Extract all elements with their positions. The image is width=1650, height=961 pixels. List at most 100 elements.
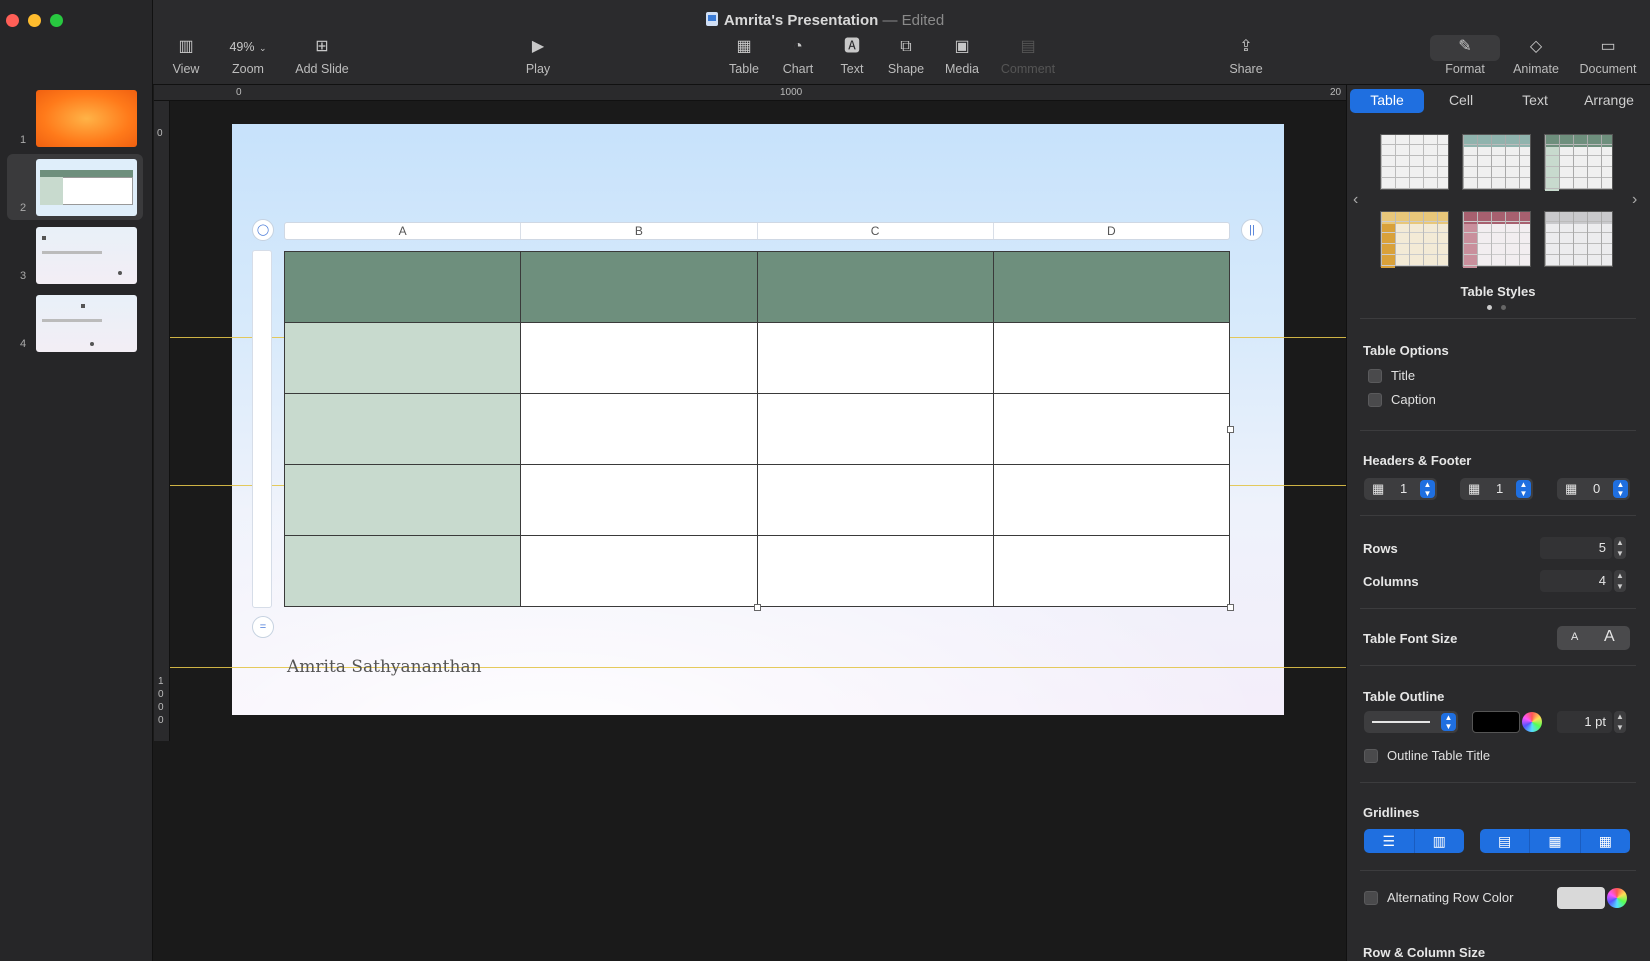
table-cell[interactable] (992, 535, 1231, 607)
comment-button[interactable]: ▤ Comment (998, 36, 1058, 76)
footer-rows-stepper[interactable]: ▦ 0 ▲ ▼ (1557, 478, 1630, 500)
table-style-2[interactable] (1462, 134, 1531, 190)
tab-cell[interactable]: Cell (1424, 89, 1498, 113)
table-cell[interactable] (992, 322, 1231, 394)
horizontal-gridlines-icon[interactable]: ☰ (1364, 829, 1415, 853)
table-style-4[interactable] (1380, 211, 1449, 268)
resize-handle[interactable] (1227, 426, 1234, 433)
table-cell[interactable] (283, 322, 522, 394)
table-cell[interactable] (283, 535, 522, 607)
table-cell[interactable] (283, 393, 522, 465)
slide-thumbnail-4[interactable] (36, 295, 137, 352)
column-header-b[interactable]: B (521, 223, 758, 239)
tab-arrange[interactable]: Arrange (1572, 89, 1646, 113)
alternating-row-color-checkbox[interactable] (1364, 891, 1378, 905)
shape-button[interactable]: ⧉ Shape (886, 36, 926, 76)
color-wheel-icon[interactable] (1607, 888, 1627, 908)
separator (1360, 870, 1636, 871)
thumb-text-line (42, 251, 102, 254)
media-button[interactable]: ▣ Media (942, 36, 982, 76)
header-column-gridlines-icon[interactable]: ▦ (1530, 829, 1581, 853)
alternating-color-well[interactable] (1557, 887, 1605, 909)
table-label: Table (729, 62, 759, 76)
add-row-handle[interactable]: = (252, 616, 274, 638)
columns-stepper-icon[interactable]: ▲ ▼ (1614, 570, 1626, 592)
table-cell[interactable] (756, 535, 994, 607)
table-cell[interactable] (756, 322, 994, 394)
share-button[interactable]: ⇪ Share (1226, 36, 1266, 76)
table-style-1[interactable] (1380, 134, 1449, 190)
header-row-gridlines-icon[interactable]: ▤ (1480, 829, 1531, 853)
row-header-bar[interactable] (252, 250, 272, 608)
slide-thumbnail-3[interactable] (36, 227, 137, 284)
outline-table-title-checkbox[interactable] (1364, 749, 1378, 763)
header-columns-stepper[interactable]: ▦ 1 ▲ ▼ (1460, 478, 1533, 500)
author-text[interactable]: Amrita Sathyananthan (287, 657, 482, 677)
slide-thumbnail-2[interactable] (36, 159, 137, 216)
stepper-arrows-icon[interactable]: ▲ ▼ (1420, 480, 1435, 498)
add-column-handle[interactable]: || (1241, 219, 1263, 241)
rows-field[interactable]: 5 (1540, 537, 1612, 559)
column-header-bar[interactable]: A B C D (284, 222, 1230, 240)
decrease-font-button[interactable]: A (1571, 631, 1578, 643)
resize-handle[interactable] (754, 604, 761, 611)
table-cell[interactable] (756, 393, 994, 465)
table-select-handle[interactable]: ◯ (252, 219, 274, 241)
footer-gridlines-icon[interactable]: ▦ (1581, 829, 1630, 853)
table-cell[interactable] (520, 393, 758, 465)
chevron-right-icon[interactable]: › (1632, 191, 1637, 209)
column-header-c[interactable]: C (758, 223, 994, 239)
tab-text[interactable]: Text (1498, 89, 1572, 113)
table-style-3[interactable] (1544, 134, 1613, 191)
slide-table[interactable] (283, 251, 1231, 607)
table-style-6[interactable] (1544, 211, 1613, 267)
table-cell[interactable] (283, 464, 522, 536)
table-cell[interactable] (992, 393, 1231, 465)
slide-thumbnail-1[interactable] (36, 90, 137, 147)
table-cell[interactable] (756, 251, 994, 323)
table-cell[interactable] (520, 251, 758, 323)
table-cell[interactable] (992, 251, 1231, 323)
rows-stepper-icon[interactable]: ▲ ▼ (1614, 537, 1626, 559)
chevron-left-icon[interactable]: ‹ (1353, 191, 1358, 209)
table-cell[interactable] (283, 251, 522, 323)
table-style-5[interactable] (1462, 211, 1531, 268)
document-icon: ▭ (1600, 38, 1616, 55)
table-cell[interactable] (756, 464, 994, 536)
outline-style-popup[interactable]: ▲ ▼ (1364, 711, 1458, 733)
stepper-arrows-icon[interactable]: ▲ ▼ (1516, 480, 1531, 498)
resize-handle[interactable] (1227, 604, 1234, 611)
column-header-d[interactable]: D (994, 223, 1229, 239)
tab-table[interactable]: Table (1350, 89, 1424, 113)
add-slide-button[interactable]: ⊞ Add Slide (290, 36, 354, 76)
caption-checkbox[interactable] (1368, 393, 1382, 407)
play-button[interactable]: ▶ Play (520, 36, 556, 76)
header-columns-icon: ▦ (1468, 481, 1481, 496)
table-cell[interactable] (520, 464, 758, 536)
chart-button[interactable]: ◔ Chart (780, 36, 816, 76)
outline-color-well[interactable] (1472, 711, 1520, 733)
table-cell[interactable] (520, 322, 758, 394)
stepper-arrows-icon[interactable]: ▲ ▼ (1441, 713, 1456, 731)
header-rows-stepper[interactable]: ▦ 1 ▲ ▼ (1364, 478, 1437, 500)
column-header-a[interactable]: A (285, 223, 522, 239)
columns-field[interactable]: 4 (1540, 570, 1612, 592)
table-cell[interactable] (520, 535, 758, 607)
stepper-arrows-icon[interactable]: ▲ ▼ (1613, 480, 1628, 498)
view-button[interactable]: ▥ View (166, 36, 206, 76)
color-wheel-icon[interactable] (1522, 712, 1542, 732)
outline-width-stepper-icon[interactable]: ▲ ▼ (1614, 711, 1626, 733)
table-cell[interactable] (992, 464, 1231, 536)
vertical-gridlines-icon[interactable]: ▥ (1415, 829, 1465, 853)
zoom-menu[interactable]: 49% ⌄ Zoom (220, 36, 276, 76)
text-button[interactable]: 🅰 Text (836, 36, 868, 76)
table-button[interactable]: ▦ Table (726, 36, 762, 76)
diamond-icon: ◇ (1529, 38, 1543, 55)
document-button[interactable]: ▭ Document (1576, 36, 1640, 76)
increase-font-button[interactable]: A (1604, 628, 1615, 646)
title-checkbox[interactable] (1368, 369, 1382, 383)
format-button[interactable]: ✎ Format (1440, 36, 1490, 76)
table-row (283, 393, 1231, 465)
animate-button[interactable]: ◇ Animate (1508, 36, 1564, 76)
outline-width-field[interactable]: 1 pt (1557, 711, 1612, 733)
